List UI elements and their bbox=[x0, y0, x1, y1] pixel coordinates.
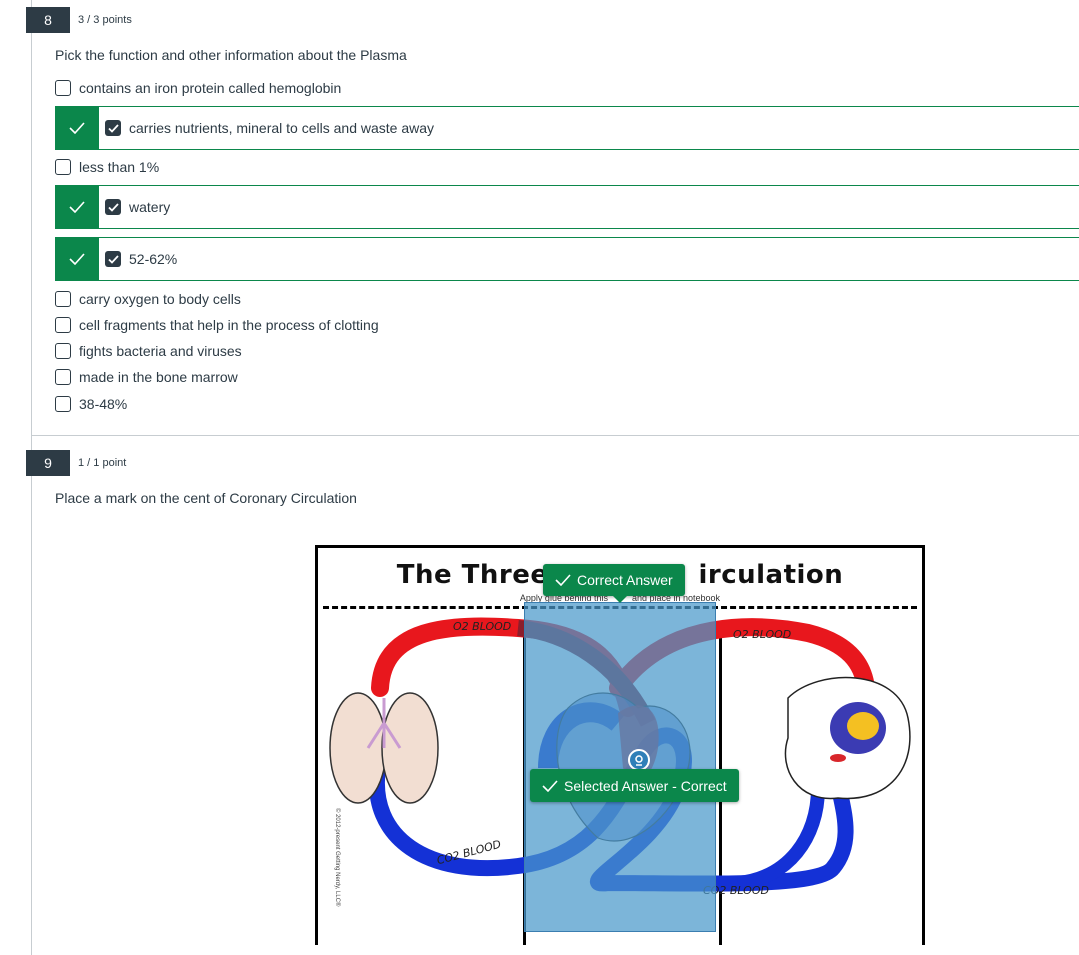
checkbox-checked[interactable] bbox=[105, 251, 121, 267]
answer-label: cell fragments that help in the process … bbox=[79, 317, 379, 333]
answer-option[interactable]: less than 1% bbox=[55, 159, 159, 175]
checkbox-unchecked[interactable] bbox=[55, 369, 71, 385]
answer-option[interactable]: fights bacteria and viruses bbox=[55, 343, 242, 359]
question-prompt: Pick the function and other information … bbox=[55, 47, 407, 63]
answer-option-correct[interactable]: 52-62% bbox=[55, 237, 1079, 281]
answer-option[interactable]: made in the bone marrow bbox=[55, 369, 238, 385]
location-pin-icon bbox=[635, 755, 643, 766]
answer-option[interactable]: carry oxygen to body cells bbox=[55, 291, 241, 307]
o2-blood-label: O2 BLOOD bbox=[733, 628, 792, 641]
question-9-header: 9 1 / 1 point bbox=[26, 450, 126, 476]
question-prompt: Place a mark on the cent of Coronary Cir… bbox=[55, 490, 357, 506]
checkbox-checked[interactable] bbox=[105, 120, 121, 136]
checkbox-unchecked[interactable] bbox=[55, 317, 71, 333]
correct-answer-tooltip: Correct Answer bbox=[543, 564, 685, 603]
answer-label: carries nutrients, mineral to cells and … bbox=[129, 120, 435, 136]
correct-answer-region bbox=[524, 602, 716, 932]
placed-mark-pin[interactable] bbox=[628, 749, 650, 771]
tooltip-label: Selected Answer - Correct bbox=[564, 777, 727, 794]
copyright-text: © 2012-present Getting Nerdy, LLC® bbox=[334, 808, 340, 907]
answer-option-correct[interactable]: carries nutrients, mineral to cells and … bbox=[55, 106, 1079, 150]
checkbox-checked[interactable] bbox=[105, 199, 121, 215]
question-points: 1 / 1 point bbox=[78, 457, 127, 469]
answer-label: carry oxygen to body cells bbox=[79, 291, 241, 307]
check-icon bbox=[69, 253, 85, 265]
check-icon bbox=[107, 202, 119, 212]
check-icon bbox=[69, 122, 85, 134]
checkbox-unchecked[interactable] bbox=[55, 291, 71, 307]
correct-indicator bbox=[55, 106, 99, 150]
checkbox-unchecked[interactable] bbox=[55, 80, 71, 96]
selected-answer-tooltip: Selected Answer - Correct bbox=[530, 769, 739, 802]
o2-blood-label: O2 BLOOD bbox=[453, 620, 512, 633]
tooltip-label: Correct Answer bbox=[577, 572, 673, 588]
answer-label: 52-62% bbox=[129, 251, 178, 267]
check-icon bbox=[542, 779, 558, 792]
question-points: 3 / 3 points bbox=[78, 14, 132, 26]
answer-option[interactable]: contains an iron protein called hemoglob… bbox=[55, 80, 341, 96]
correct-indicator bbox=[55, 185, 99, 229]
question-number: 8 bbox=[26, 7, 70, 33]
answer-label: less than 1% bbox=[79, 159, 160, 175]
check-icon bbox=[69, 201, 85, 213]
check-icon bbox=[107, 254, 119, 264]
answer-label: made in the bone marrow bbox=[79, 369, 238, 385]
answer-label: watery bbox=[129, 199, 171, 215]
answer-option[interactable]: cell fragments that help in the process … bbox=[55, 317, 379, 333]
check-icon bbox=[107, 123, 119, 133]
checkbox-unchecked[interactable] bbox=[55, 159, 71, 175]
answer-option[interactable]: 38-48% bbox=[55, 396, 127, 412]
correct-indicator bbox=[55, 237, 99, 281]
answer-label: 38-48% bbox=[79, 396, 128, 412]
question-divider bbox=[31, 435, 1079, 436]
question-number: 9 bbox=[26, 450, 70, 476]
check-icon bbox=[555, 574, 571, 586]
checkbox-unchecked[interactable] bbox=[55, 343, 71, 359]
checkbox-unchecked[interactable] bbox=[55, 396, 71, 412]
question-8-header: 8 3 / 3 points bbox=[26, 7, 132, 33]
answer-label: fights bacteria and viruses bbox=[79, 343, 242, 359]
answer-label: contains an iron protein called hemoglob… bbox=[79, 80, 342, 96]
answer-option-correct[interactable]: watery bbox=[55, 185, 1079, 229]
left-rule bbox=[31, 0, 32, 955]
